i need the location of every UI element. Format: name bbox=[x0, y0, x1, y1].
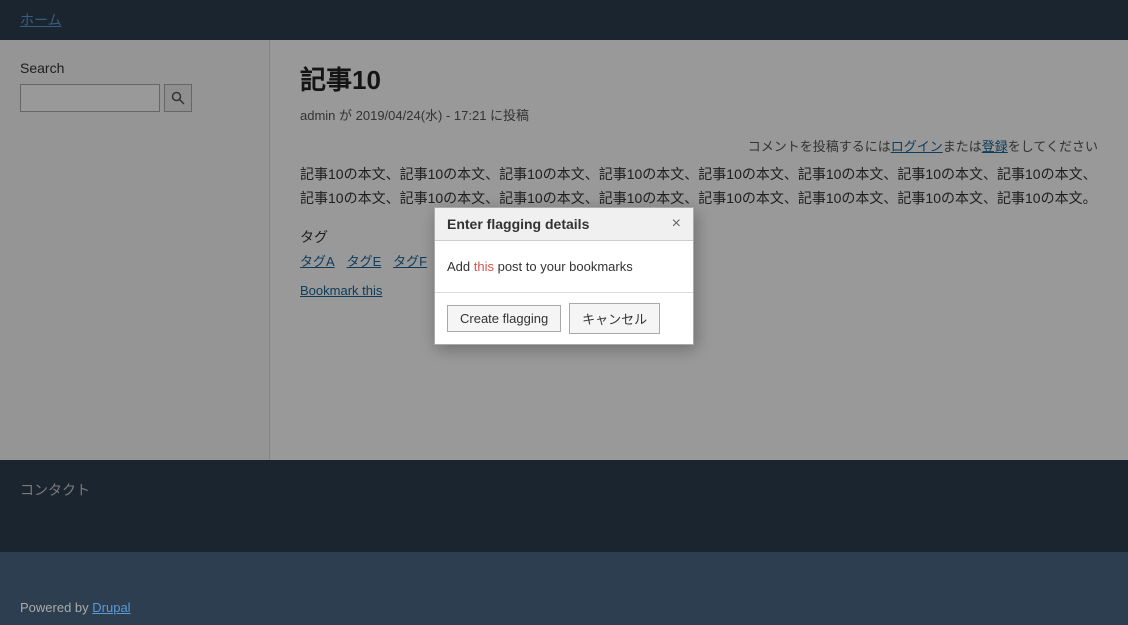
modal-overlay: Enter flagging details × Add this post t… bbox=[0, 0, 1128, 552]
cancel-button[interactable]: キャンセル bbox=[569, 303, 660, 334]
modal-body-post: post to your bookmarks bbox=[494, 259, 633, 274]
footer-bottom: Powered by Drupal bbox=[0, 590, 1128, 625]
modal-body-highlight: this bbox=[474, 259, 494, 274]
modal-dialog: Enter flagging details × Add this post t… bbox=[434, 207, 694, 346]
create-flagging-button[interactable]: Create flagging bbox=[447, 305, 561, 332]
powered-by-prefix: Powered by bbox=[20, 600, 92, 615]
modal-title: Enter flagging details bbox=[447, 216, 589, 232]
modal-header: Enter flagging details × bbox=[435, 208, 693, 241]
drupal-link[interactable]: Drupal bbox=[92, 600, 130, 615]
modal-body-pre: Add bbox=[447, 259, 474, 274]
modal-close-button[interactable]: × bbox=[672, 216, 681, 232]
modal-footer: Create flagging キャンセル bbox=[435, 292, 693, 344]
modal-body-text: Add this post to your bookmarks bbox=[447, 257, 681, 277]
modal-body: Add this post to your bookmarks bbox=[435, 241, 693, 293]
